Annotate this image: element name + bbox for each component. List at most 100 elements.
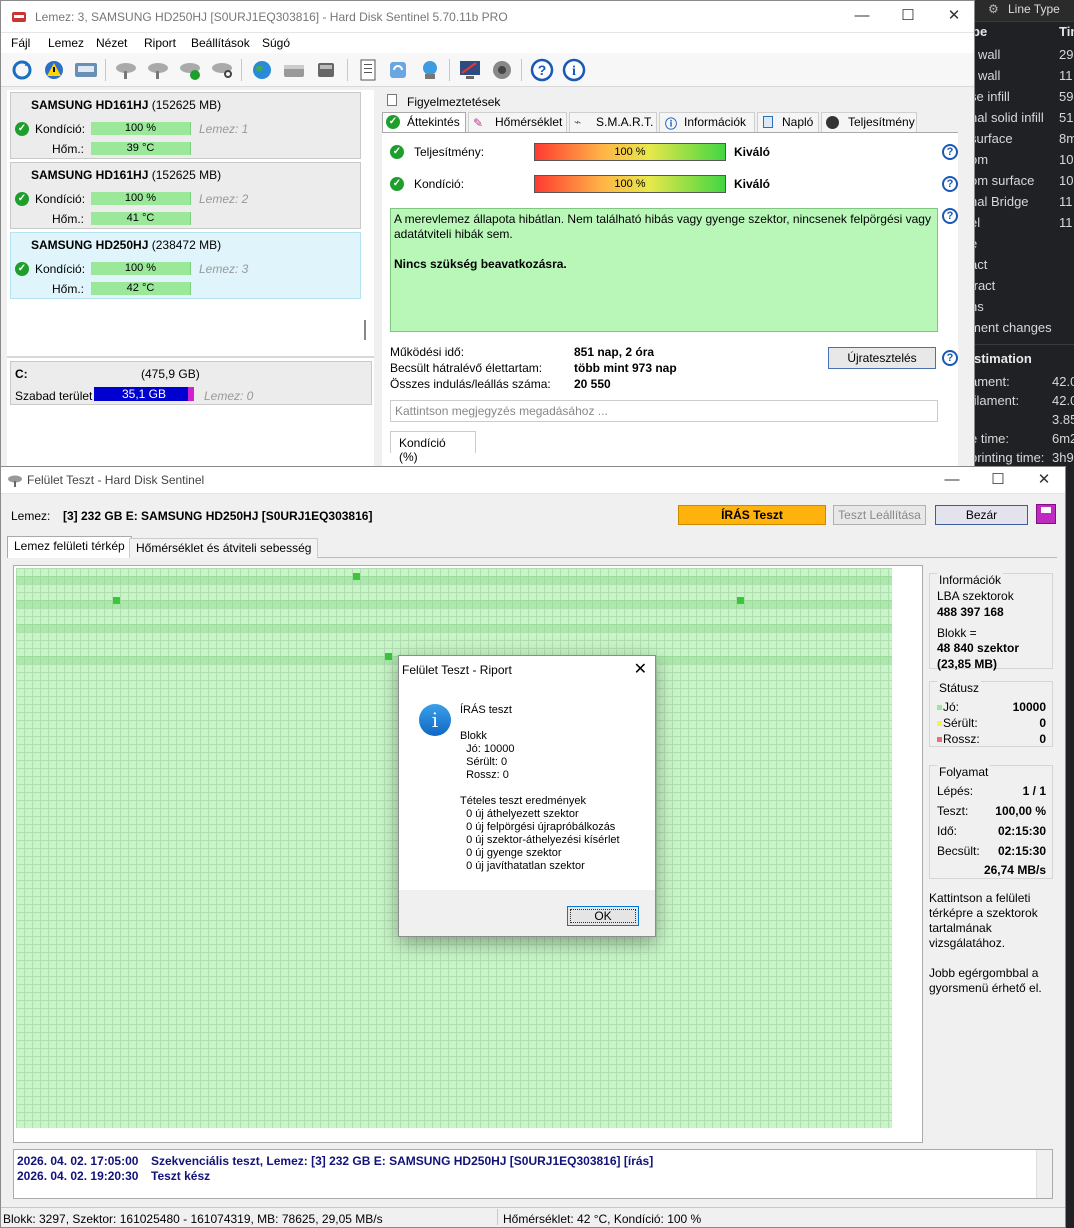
lepes-label: Lépés: xyxy=(937,784,974,798)
retest-button[interactable]: Újratesztelés xyxy=(828,347,936,369)
line-type-row[interactable]: act xyxy=(960,255,1074,276)
drives-icon[interactable] xyxy=(281,58,307,82)
estimation-value: 42.0 xyxy=(1052,393,1074,408)
help-icon[interactable]: ? xyxy=(529,58,555,82)
line-type-row[interactable]: om 10 xyxy=(960,150,1074,171)
tab-attekintes[interactable]: ✓ Áttekintés xyxy=(382,112,466,132)
disk-test-icon[interactable] xyxy=(113,58,139,82)
ok-button[interactable]: OK xyxy=(567,906,639,926)
save-icon[interactable] xyxy=(1036,504,1056,524)
speed-value: 26,74 MB/s xyxy=(983,863,1046,877)
blokk-mb: (23,85 MB) xyxy=(937,657,998,671)
tab-surface-map[interactable]: Lemez felületi térkép xyxy=(7,536,132,558)
line-type-row[interactable]: r wall 11 xyxy=(960,66,1074,87)
row-time: 29 xyxy=(1059,47,1074,62)
help-icon[interactable]: ? xyxy=(942,144,958,160)
report-line: 0 új szektor-áthelyezési kísérlet xyxy=(460,834,620,846)
free-space-bar: 35,1 GB xyxy=(94,387,194,401)
jo-label: Jó: xyxy=(937,700,959,714)
line-type-row[interactable]: surface 8m xyxy=(960,129,1074,150)
network-drive-icon[interactable] xyxy=(313,58,339,82)
map-band xyxy=(16,576,892,584)
close-icon[interactable]: ✕ xyxy=(634,659,647,679)
kondicio-bar: 100 % xyxy=(91,192,191,205)
disk-ok-icon[interactable] xyxy=(177,58,203,82)
speaker-icon[interactable] xyxy=(489,58,515,82)
statusbar-block-info: Blokk: 3297, Szektor: 161025480 - 161074… xyxy=(3,1212,383,1226)
estimation-label: printing time: xyxy=(970,450,1045,465)
tab-teljesitmeny[interactable]: Teljesítmény xyxy=(821,112,917,132)
rossz-value: 0 xyxy=(1039,732,1046,746)
help-icon[interactable]: ? xyxy=(942,208,958,224)
disk-test-icon xyxy=(8,475,22,487)
tab-homerseklet[interactable]: ✎ Hőmérséklet xyxy=(468,112,567,132)
map-block xyxy=(353,573,360,580)
disk-item-1[interactable]: SAMSUNG HD161HJ (152625 MB) ✓ Kondíció: … xyxy=(10,92,361,159)
maximize-button[interactable]: ☐ xyxy=(975,467,1021,493)
estimation-value: 3h9 xyxy=(1052,450,1074,465)
menu-lemez[interactable]: Lemez xyxy=(48,36,84,50)
refresh-icon[interactable] xyxy=(9,58,35,82)
map-band xyxy=(16,600,892,608)
pane-splitter[interactable] xyxy=(7,356,374,358)
menu-nezet[interactable]: Nézet xyxy=(96,36,127,50)
warning-icon[interactable] xyxy=(41,58,67,82)
tab-kondicio-chart[interactable]: Kondíció (%) xyxy=(390,431,476,464)
minimize-button[interactable]: — xyxy=(929,467,975,493)
monitor-icon[interactable] xyxy=(457,58,483,82)
help-icon[interactable]: ? xyxy=(942,350,958,366)
divider xyxy=(960,344,1074,345)
tab-smart[interactable]: ⌁ S.M.A.R.T. xyxy=(569,112,657,132)
report-icon[interactable] xyxy=(355,58,381,82)
menu-sugo[interactable]: Súgó xyxy=(262,36,290,50)
maximize-button[interactable]: ☐ xyxy=(885,1,931,31)
line-type-row[interactable]: se infill 59 xyxy=(960,87,1074,108)
write-test-button[interactable]: ÍRÁS Teszt xyxy=(678,505,826,525)
note-input[interactable]: Kattintson megjegyzés megadásához ... xyxy=(390,400,938,422)
kondicio-label: Kondíció: xyxy=(414,177,465,191)
close-window-button[interactable]: ✕ xyxy=(931,1,977,31)
menu-fajl[interactable]: Fájl xyxy=(11,36,30,50)
line-type-row[interactable]: ns xyxy=(960,297,1074,318)
check-icon: ✓ xyxy=(15,262,29,276)
tab-informaciok[interactable]: ⓘ Információk xyxy=(659,112,755,132)
toolbar-separator xyxy=(241,59,242,81)
disk-search-icon[interactable] xyxy=(209,58,235,82)
disk-item-3[interactable]: SAMSUNG HD250HJ (238472 MB) ✓ Kondíció: … xyxy=(10,232,361,299)
menu-riport[interactable]: Riport xyxy=(144,36,176,50)
line-type-row[interactable]: om surface 10 xyxy=(960,171,1074,192)
hint-click-map: Kattintson a felületi térképre a szektor… xyxy=(929,891,1038,950)
line-type-row[interactable]: tract xyxy=(960,276,1074,297)
stop-test-button[interactable]: Teszt Leállítása xyxy=(833,505,926,525)
serult-label: Sérült: xyxy=(937,716,978,730)
line-type-row[interactable]: nal solid infill 51 xyxy=(960,108,1074,129)
help-icon[interactable]: ? xyxy=(942,176,958,192)
line-type-row[interactable]: nal Bridge 11 xyxy=(960,192,1074,213)
sync-icon[interactable] xyxy=(385,58,411,82)
line-type-row[interactable]: ment changes xyxy=(960,318,1074,339)
disk-info-icon[interactable] xyxy=(73,58,99,82)
teljesitmeny-rating: Kiváló xyxy=(734,145,771,159)
row-time: 51 xyxy=(1059,110,1074,125)
surface-test-icon[interactable] xyxy=(145,58,171,82)
menu-beallitasok[interactable]: Beállítások xyxy=(191,36,250,50)
log-scrollbar[interactable] xyxy=(1036,1150,1052,1198)
partition-item[interactable]: C: (475,9 GB) Szabad terület 35,1 GB Lem… xyxy=(10,361,372,405)
line-type-row[interactable]: el 11 xyxy=(960,213,1074,234)
tab-naplo[interactable]: Napló xyxy=(757,112,819,132)
close-button[interactable]: Bezár xyxy=(935,505,1028,525)
minimize-button[interactable]: — xyxy=(839,1,885,31)
kondicio-label: Kondíció: xyxy=(35,192,86,206)
surface-window-title: Felület Teszt - Hard Disk Sentinel xyxy=(27,473,205,487)
network-icon[interactable] xyxy=(417,58,443,82)
line-type-row[interactable]: r wall 29 xyxy=(960,45,1074,66)
tab-figyelmeztetesek[interactable]: Figyelmeztetések xyxy=(407,95,500,109)
about-icon[interactable]: i xyxy=(561,58,587,82)
line-type-row[interactable]: e xyxy=(960,234,1074,255)
scrollbar-thumb[interactable] xyxy=(364,320,366,340)
globe-icon[interactable] xyxy=(249,58,275,82)
close-window-button[interactable]: ✕ xyxy=(1021,467,1067,493)
tab-temperature-speed[interactable]: Hőmérséklet és átviteli sebesség xyxy=(129,538,319,558)
disk-item-2[interactable]: SAMSUNG HD161HJ (152625 MB) ✓ Kondíció: … xyxy=(10,162,361,229)
kondicio-label: Kondíció: xyxy=(35,262,86,276)
